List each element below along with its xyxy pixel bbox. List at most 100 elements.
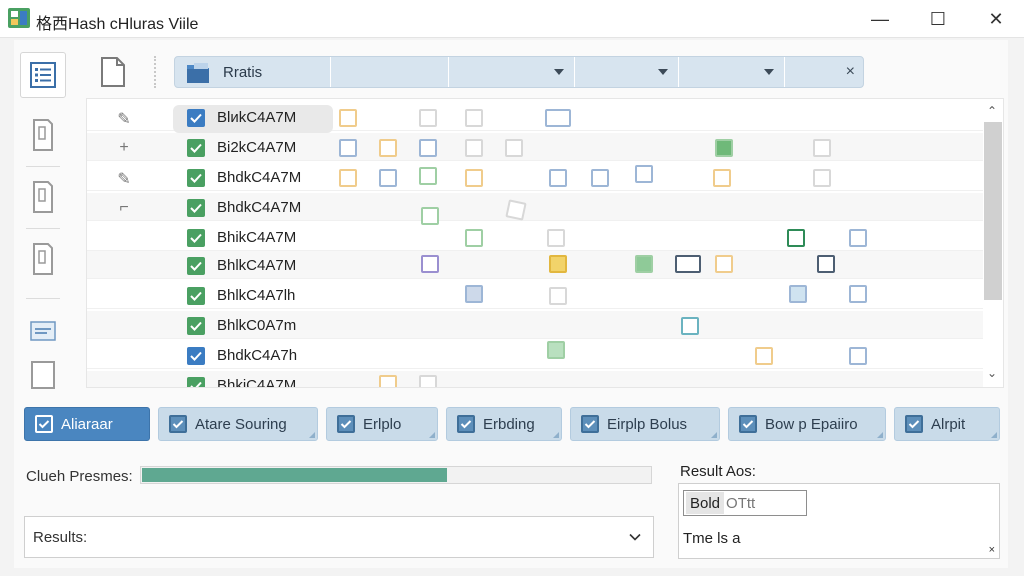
result-aos-label: Result Aos: (680, 463, 756, 480)
chip-checkbox (739, 415, 757, 433)
list-item[interactable]: BhdkC4A7h (87, 341, 983, 369)
page-view-button-2[interactable] (20, 174, 66, 220)
row-name: BlиkC4A7M (217, 109, 297, 126)
maximize-button[interactable]: ☐ (910, 0, 966, 38)
list-item[interactable]: ✎ BlиkC4A7M (87, 103, 983, 133)
scrollbar-thumb[interactable] (984, 122, 1002, 300)
attribute-icon (379, 169, 397, 187)
chip-label: Erlplo (363, 415, 402, 433)
toolbar-separator (154, 56, 156, 88)
attribute-icon (465, 139, 483, 157)
filter-chip-0[interactable]: Aliaraar (24, 407, 150, 441)
list-item[interactable]: BhkiC4A7M (87, 371, 983, 387)
result-aos-input[interactable]: Bold OTtt (683, 490, 807, 516)
filter-chip-1[interactable]: Atare Souring (158, 407, 318, 441)
filter-chip-6[interactable]: Alrpit (894, 407, 1000, 441)
checkmark-icon (460, 420, 472, 429)
attribute-icon (635, 165, 653, 183)
list-item[interactable]: BhlkC4A7lh (87, 281, 983, 309)
row-checkbox[interactable] (187, 287, 205, 305)
results-dropdown[interactable]: Results: (24, 516, 654, 558)
attribute-icon (339, 169, 357, 187)
row-checkbox[interactable] (187, 199, 205, 217)
row-checkbox[interactable] (187, 169, 205, 187)
close-window-button[interactable]: ✕ (968, 0, 1024, 38)
row-checkbox[interactable] (187, 139, 205, 157)
breadcrumb: Rratis × (174, 56, 864, 88)
row-name: BhikC4A7M (217, 229, 297, 246)
attribute-icon (549, 255, 567, 273)
breadcrumb-dropdown-3[interactable] (679, 57, 785, 87)
attribute-icon (465, 285, 483, 303)
scroll-up-icon[interactable]: ⌃ (987, 104, 999, 118)
close-icon[interactable]: × (989, 544, 995, 556)
list-item[interactable]: BhlkC4A7M (87, 251, 983, 279)
checkmark-icon (584, 420, 596, 429)
breadcrumb-segment[interactable] (331, 57, 449, 87)
filter-chip-5[interactable]: Bow p Epaiiro (728, 407, 886, 441)
filter-chip-2[interactable]: Erlplo (326, 407, 438, 441)
title-bar: 格西Hash cHluras Viile — ☐ ✕ (0, 0, 1024, 38)
chip-label: Erbding (483, 415, 535, 433)
list-item[interactable]: ✎ BhdkC4A7M (87, 163, 983, 191)
attribute-icon (419, 167, 437, 185)
attribute-icon (465, 169, 483, 187)
list-item[interactable]: ⌐ BhdkC4A7M (87, 193, 983, 225)
filter-chip-4[interactable]: Eirplp Bolus (570, 407, 720, 441)
add-icon[interactable]: + (113, 139, 135, 157)
checkmark-icon (190, 381, 202, 387)
page-view-button-3[interactable] (20, 236, 66, 282)
row-name: BhlkC4A7lh (217, 287, 296, 304)
row-checkbox[interactable] (187, 377, 205, 387)
row-name: BhlkC4A7M (217, 257, 297, 274)
scroll-down-icon[interactable]: ⌄ (987, 366, 999, 380)
chip-checkbox (35, 415, 53, 433)
breadcrumb-clear[interactable]: × (785, 57, 863, 87)
breadcrumb-dropdown-2[interactable] (575, 57, 679, 87)
row-checkbox[interactable] (187, 109, 205, 127)
thumbnail-view-button[interactable] (20, 308, 66, 354)
edit-icon[interactable]: ✎ (113, 169, 135, 188)
attribute-icon (339, 109, 357, 127)
close-icon[interactable]: × (846, 63, 855, 81)
breadcrumb-root[interactable]: Rratis (175, 57, 331, 87)
row-checkbox[interactable] (187, 347, 205, 365)
filter-chip-3[interactable]: Erbding (446, 407, 562, 441)
list-view-button[interactable] (20, 52, 66, 98)
attribute-icon (713, 169, 731, 187)
list-item[interactable]: + Bi2kC4A7M (87, 133, 983, 161)
list-item[interactable]: BhikC4A7M (87, 223, 983, 251)
page-icon (33, 119, 53, 151)
blank-page-button[interactable] (20, 352, 66, 398)
chip-corner (991, 432, 997, 438)
attribute-icon (465, 229, 483, 247)
chevron-down-icon (764, 69, 774, 75)
attribute-icon (421, 255, 439, 273)
page-view-button[interactable] (20, 112, 66, 158)
left-rail (16, 52, 72, 389)
checkmark-icon (190, 233, 202, 243)
checkmark-icon (742, 420, 754, 429)
progress-bar (140, 466, 652, 484)
list-view-icon (30, 62, 56, 88)
corner-icon[interactable]: ⌐ (113, 199, 135, 217)
list-scrollbar[interactable]: ⌃ ⌄ (982, 98, 1004, 388)
checkmark-icon (190, 143, 202, 153)
list-item[interactable]: BhlkC0A7m (87, 311, 983, 339)
row-name: BhdkC4A7h (217, 347, 298, 364)
attribute-icon (547, 341, 565, 359)
attribute-icon (789, 285, 807, 303)
chevron-down-icon (629, 533, 641, 541)
chip-corner (553, 432, 559, 438)
attribute-icon (787, 229, 805, 247)
checkmark-icon (172, 420, 184, 429)
row-name: Bi2kC4A7M (217, 139, 297, 156)
row-checkbox[interactable] (187, 317, 205, 335)
minimize-button[interactable]: — (852, 0, 908, 38)
edit-icon[interactable]: ✎ (113, 109, 135, 128)
row-checkbox[interactable] (187, 229, 205, 247)
row-checkbox[interactable] (187, 257, 205, 275)
new-document-icon[interactable] (98, 56, 128, 88)
breadcrumb-dropdown-1[interactable] (449, 57, 575, 87)
chip-corner (711, 432, 717, 438)
